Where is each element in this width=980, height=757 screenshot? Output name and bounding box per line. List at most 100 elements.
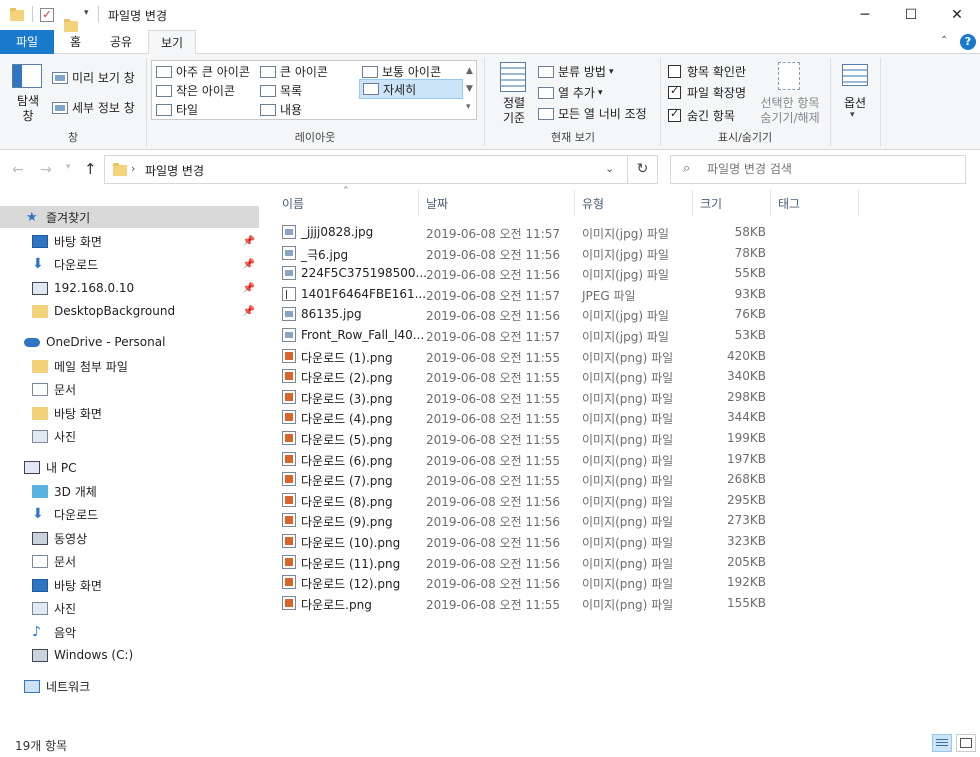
file-row[interactable]: _jjjj0828.jpg 2019-06-08 오전 11:57 이미지(jpg)… [278, 222, 768, 242]
nav-pc-videos[interactable]: 동영상 [0, 527, 259, 549]
nav-network[interactable]: 네트워크 [0, 675, 259, 697]
nav-onedrive-desktop[interactable]: 바탕 화면 [0, 402, 259, 424]
nav-onedrive-attachments[interactable]: 메일 첨부 파일 [0, 355, 259, 377]
column-divider[interactable] [770, 190, 771, 216]
item-checkbox-toggle[interactable]: 항목 확인란 [668, 63, 746, 80]
up-arrow-icon[interactable]: ↑ [84, 160, 97, 178]
file-row[interactable]: 다운로드 (2).png 2019-06-08 오전 11:55 이미지(png) … [278, 366, 768, 386]
recent-locations-icon[interactable]: ▾ [66, 162, 71, 172]
file-extensions-toggle[interactable]: 파일 확장명 [668, 84, 746, 101]
file-row[interactable]: 다운로드 (10).png 2019-06-08 오전 11:56 이미지(png)… [278, 531, 768, 551]
navigation-pane-icon[interactable] [12, 64, 42, 88]
address-dropdown-icon[interactable]: ⌄ [605, 162, 614, 175]
column-divider[interactable] [692, 190, 693, 216]
column-header-name[interactable]: 이름 [282, 195, 304, 212]
layout-scroll-icon[interactable]: ▲ ▼ ▾ [466, 62, 473, 116]
hidden-items-checkbox[interactable] [668, 107, 681, 122]
fit-columns-button[interactable]: 모든 열 너비 조정 [538, 105, 647, 122]
nav-onedrive[interactable]: OneDrive - Personal [0, 331, 259, 353]
pin-icon[interactable]: 📌 [243, 259, 255, 270]
column-header-type[interactable]: 유형 [582, 195, 604, 212]
nav-quick-desktopbackground[interactable]: DesktopBackground 📌 [0, 300, 259, 322]
nav-pc-documents[interactable]: 문서 [0, 550, 259, 572]
back-arrow-icon[interactable]: ← [12, 162, 24, 178]
layout-medium-icons[interactable]: 보통 아이콘 [362, 63, 441, 80]
column-header-date[interactable]: 날짜 [426, 195, 448, 212]
column-divider[interactable] [858, 190, 859, 216]
tab-home[interactable]: 홈 [58, 30, 93, 54]
layout-content[interactable]: 내용 [260, 101, 302, 118]
minimize-button[interactable]: ─ [842, 0, 888, 30]
nav-pc-3d-objects[interactable]: 3D 개체 [0, 480, 259, 502]
file-row[interactable]: 224F5C375198500... 2019-06-08 오전 11:56 이미지… [278, 263, 768, 283]
file-row[interactable]: 다운로드 (6).png 2019-06-08 오전 11:55 이미지(png) … [278, 449, 768, 469]
add-column-button[interactable]: 열 추가 ▾ [538, 84, 602, 101]
file-row[interactable]: 다운로드 (3).png 2019-06-08 오전 11:55 이미지(png) … [278, 387, 768, 407]
customize-quick-access-icon[interactable]: ▾ [84, 8, 89, 18]
nav-pc-pictures[interactable]: 사진 [0, 597, 259, 619]
nav-quick-network-drive[interactable]: 192.168.0.10 📌 [0, 277, 259, 299]
search-input[interactable] [707, 162, 957, 176]
nav-onedrive-documents[interactable]: 문서 [0, 378, 259, 400]
item-checkbox-checkbox[interactable] [668, 65, 681, 78]
layout-small-icons[interactable]: 작은 아이콘 [156, 82, 235, 99]
column-divider[interactable] [574, 190, 575, 216]
close-button[interactable]: ✕ [934, 0, 980, 30]
large-icons-view-button[interactable] [956, 734, 976, 752]
file-row[interactable]: 다운로드.png 2019-06-08 오전 11:55 이미지(png) 파일 15… [278, 593, 768, 613]
file-row[interactable]: 86135.jpg 2019-06-08 오전 11:56 이미지(jpg) 파일 7… [278, 304, 768, 324]
pin-icon[interactable]: 📌 [243, 236, 255, 247]
hide-selected-button[interactable]: 선택한 항목 숨기기/해제 [752, 96, 828, 126]
file-row[interactable]: 다운로드 (7).png 2019-06-08 오전 11:55 이미지(png) … [278, 469, 768, 489]
nav-pc-downloads[interactable]: ⬇ 다운로드 [0, 503, 259, 525]
nav-pc-windows-drive[interactable]: Windows (C:) [0, 644, 259, 666]
file-row[interactable]: Front_Row_Fall_l40... 2019-06-08 오전 11:57… [278, 325, 768, 345]
details-view-button[interactable] [932, 734, 952, 752]
nav-quick-access[interactable]: ★ 즐겨찾기 [0, 206, 259, 228]
address-bar[interactable]: › 파일명 변경 ⌄ [104, 155, 628, 184]
column-header-tags[interactable]: 태그 [778, 195, 800, 212]
column-header-size[interactable]: 크기 [700, 195, 722, 212]
help-icon[interactable]: ? [960, 34, 976, 50]
nav-pc-desktop[interactable]: 바탕 화면 [0, 574, 259, 596]
sort-by-button[interactable]: 정렬 기준 [494, 96, 534, 126]
layout-details[interactable]: 자세히 [359, 79, 463, 99]
forward-arrow-icon[interactable]: → [40, 162, 52, 178]
file-row[interactable]: 다운로드 (4).png 2019-06-08 오전 11:55 이미지(png) … [278, 407, 768, 427]
maximize-button[interactable]: ☐ [888, 0, 934, 30]
column-divider[interactable] [418, 190, 419, 216]
layout-extra-large-icons[interactable]: 아주 큰 아이콘 [156, 63, 250, 80]
tab-view[interactable]: 보기 [148, 30, 197, 55]
file-row[interactable]: _극6.jpg 2019-06-08 오전 11:56 이미지(jpg) 파일 78K… [278, 243, 768, 263]
refresh-button[interactable]: ↻ [628, 155, 658, 184]
file-extensions-checkbox[interactable] [668, 84, 681, 99]
details-pane-button[interactable]: 세부 정보 창 [52, 99, 135, 116]
tab-share[interactable]: 공유 [98, 30, 144, 54]
file-row[interactable]: 다운로드 (8).png 2019-06-08 오전 11:56 이미지(png) … [278, 490, 768, 510]
tab-file[interactable]: 파일 [0, 30, 54, 54]
navigation-pane-button[interactable]: 탐색 창 [10, 94, 46, 124]
file-row[interactable]: 다운로드 (1).png 2019-06-08 오전 11:55 이미지(png) … [278, 346, 768, 366]
layout-list[interactable]: 목록 [260, 82, 302, 99]
nav-onedrive-pictures[interactable]: 사진 [0, 425, 259, 447]
pin-icon[interactable]: 📌 [243, 306, 255, 317]
pin-icon[interactable]: 📌 [243, 283, 255, 294]
nav-quick-desktop[interactable]: 바탕 화면 📌 [0, 230, 259, 252]
nav-quick-downloads[interactable]: ⬇ 다운로드 📌 [0, 253, 259, 275]
options-dropdown-icon[interactable]: ▾ [850, 110, 855, 120]
file-row[interactable]: 다운로드 (11).png 2019-06-08 오전 11:56 이미지(png)… [278, 552, 768, 572]
file-row[interactable]: 다운로드 (5).png 2019-06-08 오전 11:55 이미지(png) … [278, 428, 768, 448]
group-by-button[interactable]: 분류 방법 ▾ [538, 63, 614, 80]
file-row[interactable]: 1401F6464FBE161... 2019-06-08 오전 11:57 JPE… [278, 284, 768, 304]
file-row[interactable]: 다운로드 (9).png 2019-06-08 오전 11:56 이미지(png) … [278, 510, 768, 530]
properties-icon[interactable]: ✓ [40, 8, 54, 22]
preview-pane-button[interactable]: 미리 보기 창 [52, 69, 135, 86]
layout-large-icons[interactable]: 큰 아이콘 [260, 63, 328, 80]
search-box[interactable]: ⌕ [670, 155, 966, 184]
breadcrumb-current[interactable]: 파일명 변경 [145, 162, 204, 179]
nav-this-pc[interactable]: 내 PC [0, 456, 259, 478]
layout-tiles[interactable]: 타일 [156, 101, 198, 118]
options-button[interactable]: 옵션 [836, 94, 874, 111]
hidden-items-toggle[interactable]: 숨긴 항목 [668, 107, 735, 124]
nav-pc-music[interactable]: ♪ 음악 [0, 621, 259, 643]
